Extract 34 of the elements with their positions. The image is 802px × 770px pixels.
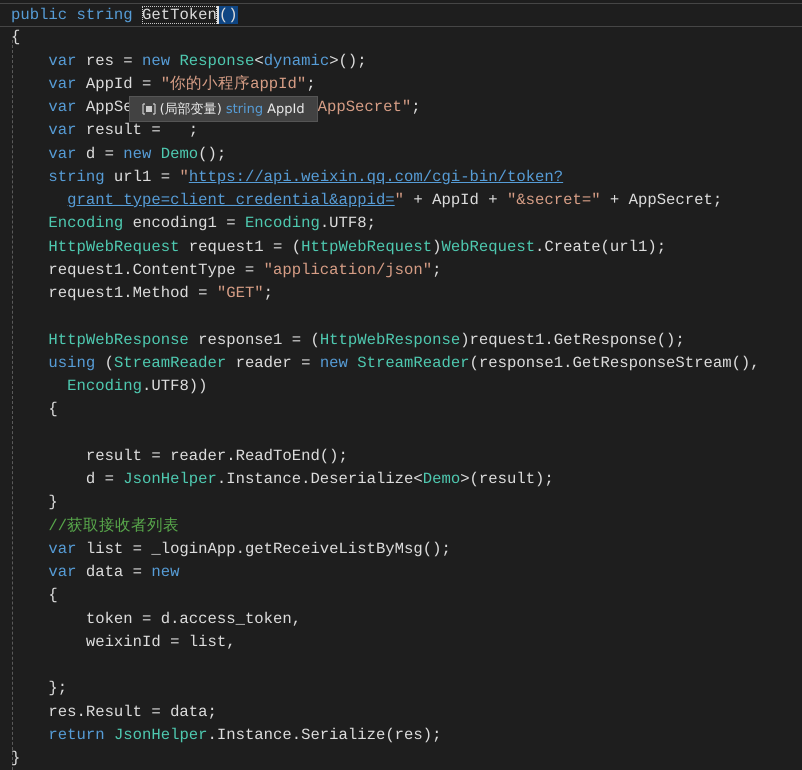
variable-icon xyxy=(142,103,156,115)
code-line: var AppId = "你的小程序appId"; xyxy=(47,74,316,95)
code-line: var list = _loginApp.getReceiveListByMsg(); xyxy=(47,538,451,560)
code-line: } xyxy=(11,748,20,769)
code-line: }; xyxy=(47,678,68,700)
code-line: HttpWebRequest request1 = (HttpWebRequest)WebRequest.Create(url1); xyxy=(47,236,666,258)
code-line: AppSecret"; xyxy=(318,97,421,118)
code-line: d = JsonHelper.Instance.Deserialize<Demo>(result); xyxy=(84,469,554,490)
code-line: request1.Method = "GET"; xyxy=(47,283,274,304)
code-line: Encoding encoding1 = Encoding.UTF8; xyxy=(47,213,376,234)
code-line: { xyxy=(47,585,58,606)
code-line: { xyxy=(47,399,58,420)
code-line: //获取接收者列表 xyxy=(47,516,180,536)
code-line: public string GetToken() xyxy=(11,5,238,26)
code-line: } xyxy=(47,492,58,514)
code-line: var d = new Demo(); xyxy=(47,144,226,164)
scope-label: (局部变量) xyxy=(160,102,222,116)
code-line: HttpWebResponse response1 = (HttpWebResponse)request1.GetResponse(); xyxy=(47,330,685,350)
code-line: return JsonHelper.Instance.Serialize(res); xyxy=(47,724,442,746)
code-line: var res = new Response<dynamic>(); xyxy=(47,50,367,72)
variable-name: AppId xyxy=(267,102,305,116)
code-line: res.Result = data; xyxy=(47,702,217,722)
code-line: { xyxy=(11,27,20,48)
code-line: var data = new xyxy=(47,562,180,583)
code-line: using (StreamReader reader = new StreamReader(response1.GetResponseStream(), xyxy=(47,352,760,374)
code-line: weixinId = list, xyxy=(84,632,236,653)
code-line: request1.ContentType = "application/json"; xyxy=(47,260,442,281)
code-line: grant_type=client_credential&appid=" + AppId + "&secret=" + AppSecret; xyxy=(66,190,722,211)
code-line: Encoding.UTF8)) xyxy=(66,376,208,397)
code-line: string url1 = "https://api.weixin.qq.com/cgi-bin/token? xyxy=(47,166,564,188)
code-line: token = d.access_token, xyxy=(84,608,302,630)
type-label: string xyxy=(226,102,264,116)
code-line: result = reader.ReadToEnd(); xyxy=(84,446,348,467)
code-line: var result = ; xyxy=(47,120,198,142)
